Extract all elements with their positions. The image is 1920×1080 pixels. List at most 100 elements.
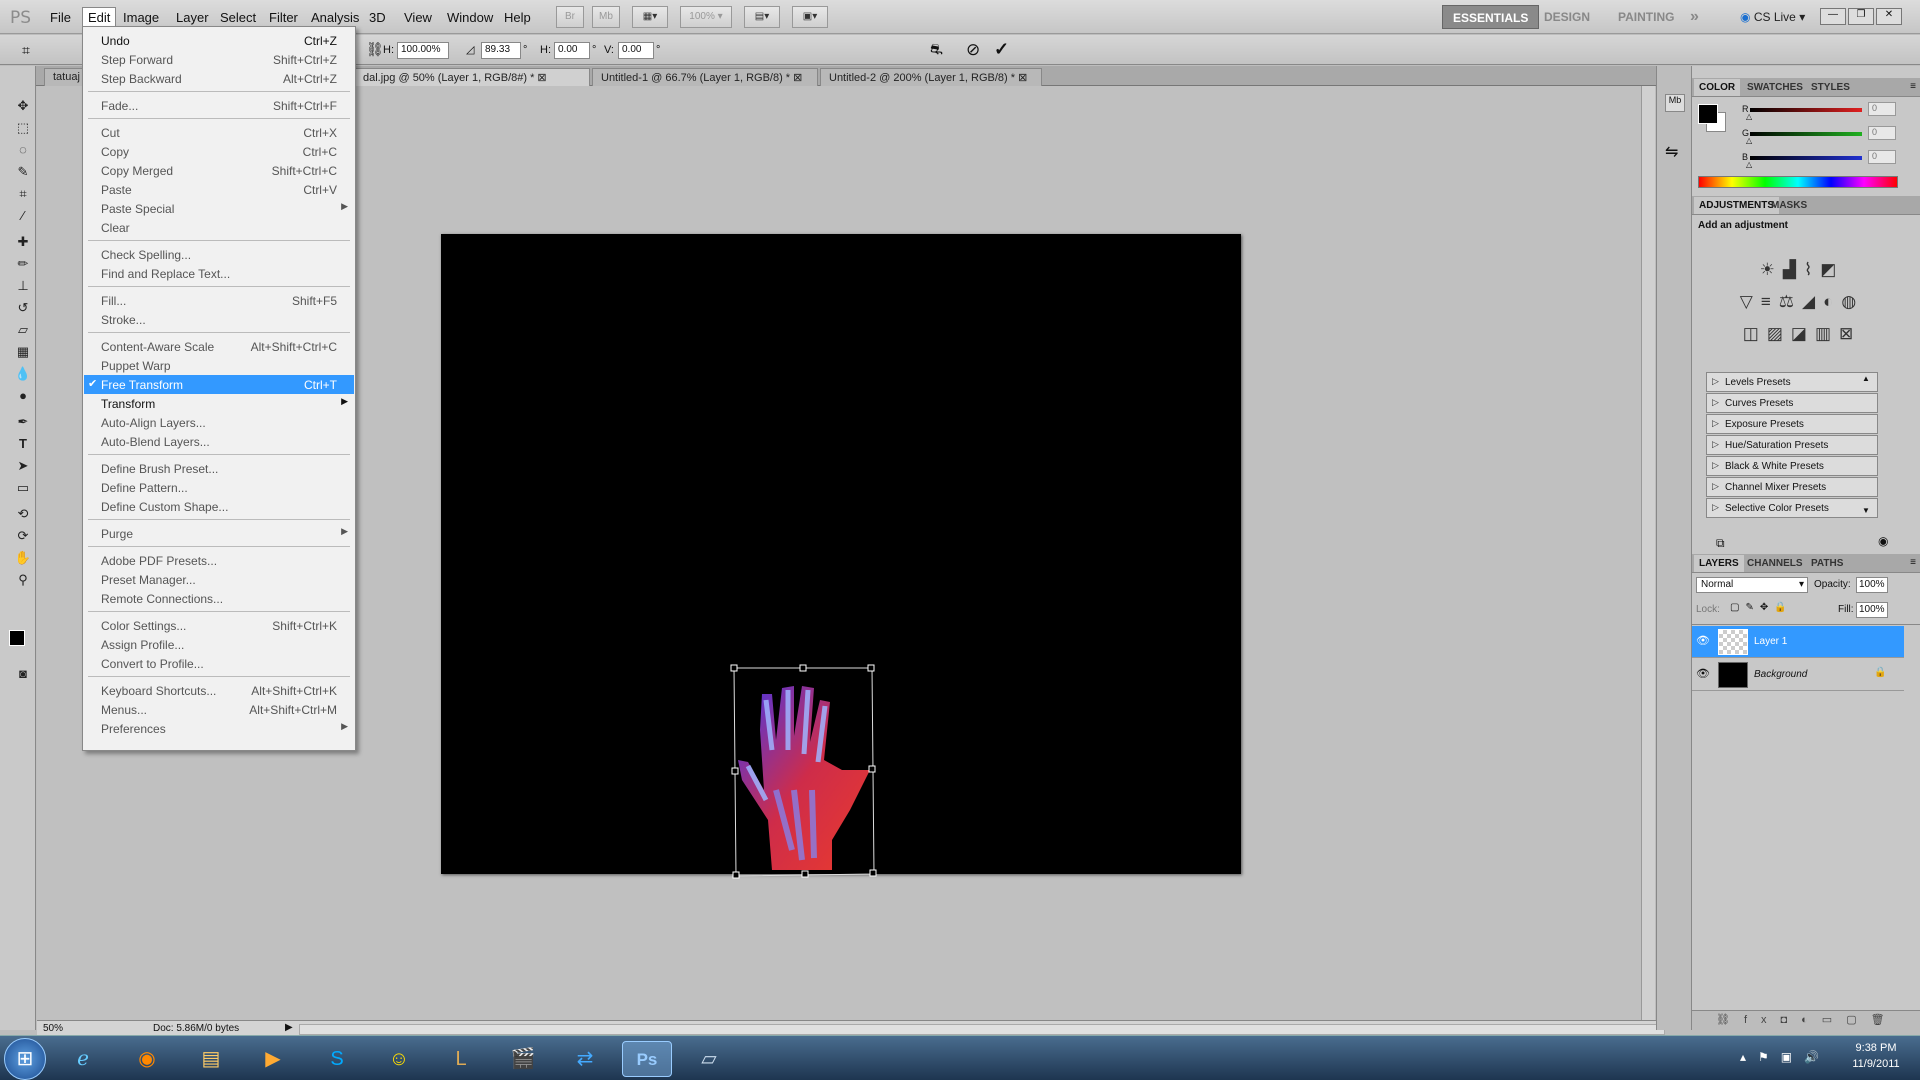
vibrance-icon[interactable]: ▽ [1740,292,1761,311]
posterize-icon[interactable]: ▨ [1767,324,1791,343]
firefox-icon[interactable]: ◉ [122,1041,172,1077]
zoom-level-select[interactable]: 100% ▾ [680,6,732,28]
yahoo-messenger-icon[interactable]: ☺ [374,1041,424,1077]
layer-row-background[interactable]: 👁 Background 🔒 [1692,659,1904,691]
cs-live-button[interactable]: ◉ CS Live ▾ [1730,5,1815,29]
launch-bridge-button[interactable]: Br [556,6,584,28]
status-menu-arrow-icon[interactable]: ▶ [285,1022,293,1033]
horizontal-scrollbar[interactable] [299,1024,1665,1035]
photoshop-icon[interactable]: Ps [622,1041,672,1077]
zoom-tool-icon[interactable]: ⚲ [12,570,34,590]
more-workspaces-button[interactable]: » [1680,5,1709,29]
gradient-tool-icon[interactable]: ▦ [12,342,34,362]
tab-masks[interactable]: MASKS [1766,199,1812,212]
menu-3d[interactable]: 3D [364,8,391,27]
warp-mode-icon[interactable]: ⛐ [930,41,943,60]
menu-item-keyboard-shortcuts[interactable]: Keyboard Shortcuts... Alt+Shift+Ctrl+K [84,681,354,700]
clock-date[interactable]: 11/9/2011 [1846,1058,1906,1070]
crop-tool-icon[interactable]: ⌗ [12,184,34,204]
menu-item-find-and-replace-text[interactable]: Find and Replace Text... [84,264,354,283]
screen-mode-button[interactable]: ▣▾ [792,6,828,28]
preset-hue-saturation-presets[interactable]: ▷ Hue/Saturation Presets [1706,435,1878,455]
levels-icon[interactable]: ▟ [1783,260,1804,279]
black-white-icon[interactable]: ◢ [1802,292,1823,311]
tab-untitled-2[interactable]: Untitled-2 @ 200% (Layer 1, RGB/8) * ⊠ [820,68,1042,86]
panel-menu-icon[interactable]: ≡ [1910,81,1916,92]
menu-item-free-transform[interactable]: ✔ Free Transform Ctrl+T [84,375,354,394]
file-explorer-icon[interactable]: ▤ [186,1041,236,1077]
channel-value-field[interactable]: 0 [1868,102,1896,116]
history-brush-tool-icon[interactable]: ↺ [12,298,34,318]
menu-item-define-brush-preset[interactable]: Define Brush Preset... [84,459,354,478]
workspace-painting[interactable]: PAINTING [1608,5,1684,29]
tab-color[interactable]: COLOR [1694,79,1741,96]
healing-brush-tool-icon[interactable]: ✚ [12,232,34,252]
clip-to-layer-icon[interactable]: ⧉ [1716,536,1725,551]
photo-filter-icon[interactable]: ◐ [1823,292,1841,311]
path-selection-tool-icon[interactable]: ➤ [12,456,34,476]
workspace-design[interactable]: DESIGN [1534,5,1600,29]
zoom-readout[interactable]: 50% [43,1023,63,1034]
opacity-field[interactable]: 100% [1856,577,1888,593]
media-player-icon[interactable]: ▶ [248,1041,298,1077]
channel-mixer-icon[interactable]: ◍ [1841,292,1864,311]
menu-item-step-forward[interactable]: Step Forward Shift+Ctrl+Z [84,50,354,69]
quick-selection-tool-icon[interactable]: ✎ [12,162,34,182]
3d-orbit-tool-icon[interactable]: ⟳ [12,526,34,546]
menu-item-content-aware-scale[interactable]: Content-Aware Scale Alt+Shift+Ctrl+C [84,337,354,356]
workspace-essentials[interactable]: ESSENTIALS [1442,5,1540,29]
foreground-color-swatch[interactable] [9,630,25,646]
type-tool-icon[interactable]: T [12,434,34,454]
pen-tool-icon[interactable]: ✒ [12,412,34,432]
league-of-legends-icon[interactable]: L [436,1041,486,1077]
teamviewer-icon[interactable]: ⇄ [560,1041,610,1077]
selective-color-icon[interactable]: ⊠ [1839,324,1861,343]
marquee-tool-icon[interactable]: ⬚ [12,118,34,138]
menu-view[interactable]: View [399,8,437,27]
angle-field[interactable]: 89.33 [481,42,521,59]
preset-exposure-presets[interactable]: ▷ Exposure Presets [1706,414,1878,434]
menu-item-auto-blend-layers[interactable]: Auto-Blend Layers... [84,432,354,451]
tab-swatches[interactable]: SWATCHES [1742,81,1808,94]
scroll-down-arrow-icon[interactable]: ▼ [1862,506,1870,515]
expand-triangle-icon[interactable]: ▷ [1712,502,1719,513]
menu-item-menus[interactable]: Menus... Alt+Shift+Ctrl+M [84,700,354,719]
menu-file[interactable]: File [45,8,76,27]
commit-transform-icon[interactable]: ✓ [994,39,1009,60]
clapperboard-icon[interactable]: 🎬 [498,1041,548,1077]
visibility-eye-icon[interactable]: 👁 [1696,634,1710,647]
history-icon[interactable]: ⇋ [1665,142,1678,162]
menu-item-paste-special[interactable]: Paste Special ▶ [84,199,354,218]
preset-curves-presets[interactable]: ▷ Curves Presets [1706,393,1878,413]
menu-item-clear[interactable]: Clear [84,218,354,237]
preset-black-white-presets[interactable]: ▷ Black & White Presets [1706,456,1878,476]
panel-menu-icon[interactable]: ≡ [1910,557,1916,568]
horizontal-skew-field[interactable]: 0.00 [554,42,590,59]
adjustment-icons-grid[interactable]: ☀▟⌇◩ ▽≡⚖◢◐◍ ◫▨◪▥⊠ [1722,254,1882,354]
vertical-scrollbar[interactable] [1641,86,1655,1020]
close-icon[interactable]: ✕ [1876,8,1902,25]
mini-bridge-icon[interactable]: Mb [1665,94,1685,112]
expand-triangle-icon[interactable]: ▷ [1712,397,1719,408]
rectangle-tool-icon[interactable]: ▭ [12,478,34,498]
menu-item-fade[interactable]: Fade... Shift+Ctrl+F [84,96,354,115]
blur-tool-icon[interactable]: 💧 [12,364,34,384]
presets-options-icon[interactable]: ◉ [1878,534,1888,548]
notes-icon[interactable]: ▱ [684,1041,734,1077]
blend-mode-select[interactable]: Normal ▾ [1696,577,1808,593]
exposure-icon[interactable]: ◩ [1820,260,1844,279]
menu-item-step-backward[interactable]: Step Backward Alt+Ctrl+Z [84,69,354,88]
quick-mask-icon[interactable]: ◙ [12,664,34,684]
launch-mini-bridge-button[interactable]: Mb [592,6,620,28]
expand-triangle-icon[interactable]: ▷ [1712,460,1719,471]
cancel-transform-icon[interactable]: ⊘ [966,40,980,60]
clock-time[interactable]: 9:38 PM [1846,1042,1906,1054]
menu-analysis[interactable]: Analysis [306,8,364,27]
channel-value-field[interactable]: 0 [1868,126,1896,140]
slider-thumb-icon[interactable]: △ [1746,112,1752,121]
menu-filter[interactable]: Filter [264,8,303,27]
skype-icon[interactable]: S [312,1041,362,1077]
scroll-up-arrow-icon[interactable]: ▲ [1862,374,1870,383]
menu-item-stroke[interactable]: Stroke... [84,310,354,329]
layers-footer-icons[interactable]: ⛓fx◘◐▭▢🗑 [1692,1010,1920,1030]
